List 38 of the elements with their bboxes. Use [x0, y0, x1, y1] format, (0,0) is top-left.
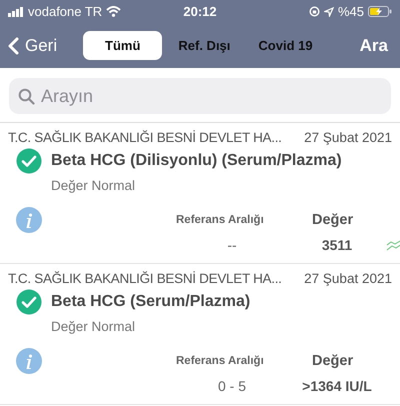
result-row[interactable]: T.C. SAĞLIK BAKANLIĞI BESNİ DEVLET HA... 27 Şubat 2021 Beta HCG (Dilisyonlu) (Serum/Plazma) Değer Normal Referans Aralığı Değer -- 3511	[0, 123, 400, 264]
chevron-left-icon	[8, 36, 19, 54]
result-date: 27 Şubat 2021	[304, 271, 392, 286]
signal-icon	[8, 6, 24, 16]
hospital-name: T.C. SAĞLIK BAKANLIĞI BESNİ DEVLET HA...	[8, 271, 282, 286]
result-row[interactable]: T.C. SAĞLIK BAKANLIĞI BESNİ DEVLET HA... 27 Şubat 2021 Beta HCG (Serum/Plazma) Değer Normal Referans Aralığı Değer 0 - 5 >1364 IU/L	[0, 264, 400, 405]
trend-chart-icon[interactable]	[386, 239, 400, 251]
check-circle-icon	[16, 289, 42, 315]
search-field[interactable]: Arayın	[9, 78, 391, 114]
rotation-lock-icon	[308, 6, 320, 17]
location-arrow-icon	[324, 6, 334, 16]
filter-tab[interactable]: Ref. Dışı	[166, 31, 242, 60]
test-name: Beta HCG (Serum/Plazma)	[51, 293, 250, 311]
info-icon[interactable]	[16, 348, 42, 374]
info-icon[interactable]	[16, 207, 42, 233]
clock-time: 20:12	[183, 4, 217, 19]
filter-tab[interactable]: Tümü	[83, 31, 162, 60]
test-name: Beta HCG (Dilisyonlu) (Serum/Plazma)	[51, 152, 342, 170]
battery-percent: %45	[338, 4, 364, 19]
check-circle-icon	[16, 148, 42, 174]
result-value: >1364 IU/L	[301, 378, 373, 394]
reference-range-label: Referans Aralığı	[176, 355, 265, 367]
value-label: Değer	[311, 212, 354, 228]
battery-icon	[368, 6, 392, 17]
back-button[interactable]: Geri	[8, 36, 83, 56]
result-value: 3511	[320, 237, 354, 253]
result-status: Değer Normal	[50, 319, 136, 334]
value-label: Değer	[311, 353, 354, 369]
result-date: 27 Şubat 2021	[304, 130, 392, 145]
reference-range: --	[226, 237, 238, 253]
wifi-icon	[106, 6, 122, 17]
hospital-name: T.C. SAĞLIK BAKANLIĞI BESNİ DEVLET HA...	[8, 130, 282, 145]
search-button[interactable]: Ara	[356, 36, 392, 56]
reference-range: 0 - 5	[216, 378, 247, 394]
reference-range-label: Referans Aralığı	[176, 214, 265, 226]
carrier-name: vodafone TR	[28, 4, 102, 19]
filter-tab[interactable]: Covid 19	[246, 31, 325, 60]
result-status: Değer Normal	[50, 178, 136, 193]
